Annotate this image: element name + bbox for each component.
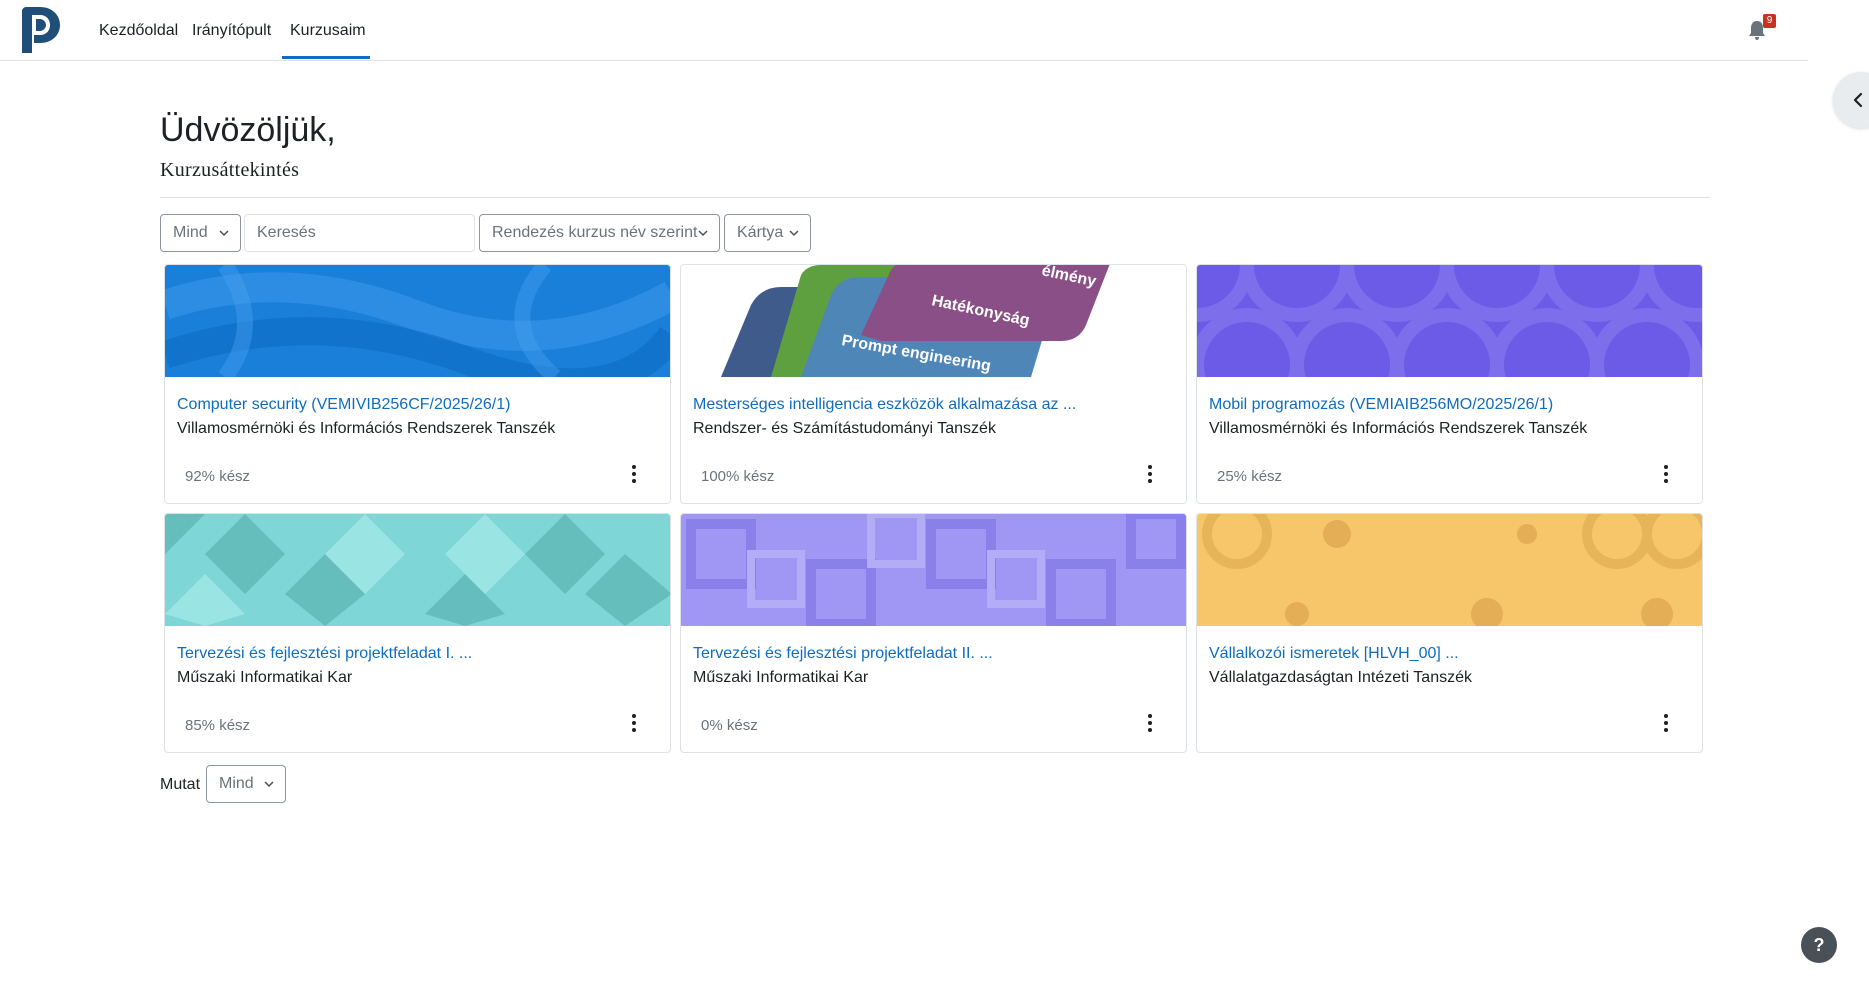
view-mode-dropdown-value: Kártya: [737, 224, 784, 241]
section-divider: [160, 197, 1710, 198]
course-department: Vállalatgazdaságtan Intézeti Tanszék: [1209, 669, 1472, 686]
course-department: Műszaki Informatikai Kar: [177, 669, 353, 686]
nav-home[interactable]: Kezdőoldal: [99, 20, 178, 42]
nav-my-courses[interactable]: Kurzusaim: [290, 20, 366, 42]
course-department: Villamosmérnöki és Információs Rendszere…: [177, 420, 556, 437]
course-progress: 100% kész: [701, 468, 775, 485]
chevron-down-icon: [219, 230, 229, 237]
course-image[interactable]: [1197, 265, 1702, 377]
course-progress: 0% kész: [701, 717, 758, 734]
course-card[interactable]: Tervezési és fejlesztési projektfeladat …: [164, 513, 671, 753]
course-actions-menu-button[interactable]: [621, 461, 647, 487]
course-title-link[interactable]: Computer security (VEMIVIB256CF/2025/26/…: [177, 394, 510, 416]
chevron-down-icon: [698, 230, 708, 237]
course-actions-menu-button[interactable]: [621, 710, 647, 736]
sort-dropdown-value: Rendezés kurzus név szerint: [492, 224, 698, 241]
show-count-dropdown[interactable]: Mind: [206, 765, 286, 803]
chevron-left-icon: [1853, 92, 1863, 108]
course-actions-menu-button[interactable]: [1137, 461, 1163, 487]
nav-dashboard[interactable]: Irányítópult: [192, 20, 271, 42]
course-title-link[interactable]: Mesterséges intelligencia eszközök alkal…: [693, 394, 1076, 416]
open-drawer-button[interactable]: [1833, 72, 1869, 128]
course-actions-menu-button[interactable]: [1653, 461, 1679, 487]
course-image[interactable]: [1197, 514, 1702, 626]
course-card[interactable]: Tervezési és fejlesztési projektfeladat …: [680, 513, 1187, 753]
course-actions-menu-button[interactable]: [1653, 710, 1679, 736]
course-image[interactable]: [681, 514, 1186, 626]
course-progress: 85% kész: [185, 717, 251, 734]
grouping-dropdown-value: Mind: [173, 224, 208, 241]
course-card[interactable]: Hatékonyság Prompt engineering élmény Me…: [680, 264, 1187, 504]
sort-dropdown[interactable]: Rendezés kurzus név szerint: [479, 214, 720, 252]
course-image[interactable]: [165, 265, 670, 377]
course-title-link[interactable]: Mobil programozás (VEMIAIB256MO/2025/26/…: [1209, 394, 1553, 416]
course-actions-menu-button[interactable]: [1137, 710, 1163, 736]
course-overview-title: Kurzusáttekintés: [160, 159, 300, 181]
course-department: Műszaki Informatikai Kar: [693, 669, 869, 686]
course-image[interactable]: Hatékonyság Prompt engineering élmény: [681, 265, 1186, 377]
course-department: Villamosmérnöki és Információs Rendszere…: [1209, 420, 1588, 437]
grouping-dropdown[interactable]: Mind: [160, 214, 241, 252]
course-title-link[interactable]: Tervezési és fejlesztési projektfeladat …: [693, 643, 993, 665]
help-button[interactable]: ?: [1801, 927, 1837, 963]
course-search-input[interactable]: [244, 214, 475, 252]
course-card[interactable]: Mobil programozás (VEMIAIB256MO/2025/26/…: [1196, 264, 1703, 504]
nav-active-indicator: [282, 56, 370, 59]
course-title-link[interactable]: Vállalkozói ismeretek [HLVH_00] ...: [1209, 643, 1459, 665]
view-mode-dropdown[interactable]: Kártya: [724, 214, 811, 252]
course-title-link[interactable]: Tervezési és fejlesztési projektfeladat …: [177, 643, 472, 665]
course-image[interactable]: [165, 514, 670, 626]
notification-count-badge: 9: [1763, 14, 1776, 28]
page: Kezdőoldal Irányítópult Kurzusaim 9 Üdvö…: [0, 0, 1869, 995]
show-count-value: Mind: [219, 775, 254, 792]
show-count-label: Mutat: [160, 776, 201, 793]
course-card[interactable]: Vállalkozói ismeretek [HLVH_00] ... Váll…: [1196, 513, 1703, 753]
chevron-down-icon: [264, 781, 274, 788]
site-logo-icon[interactable]: [18, 5, 62, 55]
top-navbar: Kezdőoldal Irányítópult Kurzusaim 9: [0, 0, 1808, 61]
course-progress: 25% kész: [1217, 468, 1283, 485]
chevron-down-icon: [789, 230, 799, 237]
course-progress: 92% kész: [185, 468, 251, 485]
course-department: Rendszer- és Számítástudományi Tanszék: [693, 420, 996, 437]
welcome-heading: Üdvözöljük,: [160, 111, 336, 149]
course-card[interactable]: Computer security (VEMIVIB256CF/2025/26/…: [164, 264, 671, 504]
